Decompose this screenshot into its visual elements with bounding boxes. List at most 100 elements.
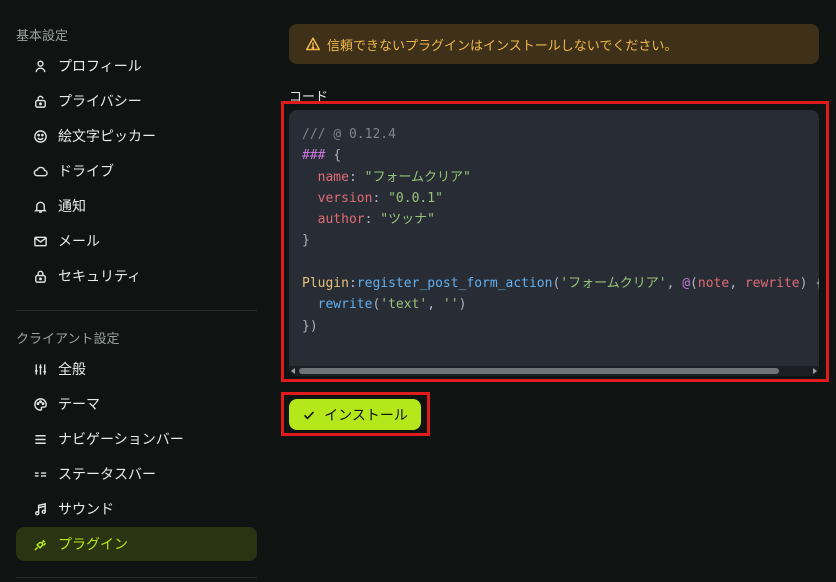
code-token: name bbox=[317, 169, 349, 185]
code-token: author bbox=[317, 212, 365, 228]
sidebar-item-theme[interactable]: テーマ bbox=[16, 387, 257, 421]
sidebar-item-label: プラグイン bbox=[58, 537, 128, 553]
sidebar-item-emoji-picker[interactable]: 絵文字ピッカー bbox=[16, 119, 257, 153]
sidebar-item-label: メール bbox=[58, 234, 100, 250]
code-token: note bbox=[697, 276, 730, 292]
sidebar-item-label: 全般 bbox=[58, 362, 86, 378]
code-token: : bbox=[348, 169, 365, 185]
sidebar-item-notifications[interactable]: 通知 bbox=[16, 189, 257, 223]
scroll-left-icon[interactable] bbox=[291, 368, 295, 374]
sidebar-item-sound[interactable]: サウンド bbox=[16, 492, 257, 526]
code-token: "0.0.1" bbox=[388, 190, 443, 206]
sidebar-item-email[interactable]: メール bbox=[16, 224, 257, 258]
code-content[interactable]: /// @ 0.12.4 ### { name: "フォームクリア" versio… bbox=[302, 124, 819, 354]
cloud-icon bbox=[32, 163, 48, 179]
sidebar-item-label: ステータスバー bbox=[58, 467, 156, 483]
code-token: "フォームクリア" bbox=[364, 169, 471, 185]
mail-icon bbox=[32, 233, 48, 249]
sidebar-item-drive[interactable]: ドライブ bbox=[16, 154, 257, 188]
code-token: @ bbox=[682, 276, 691, 292]
warning-banner: 信頼できないプラグインはインストールしないでください。 bbox=[289, 24, 819, 64]
code-token: 'フォームクリア' bbox=[560, 276, 667, 292]
sidebar-item-label: セキュリティ bbox=[58, 269, 142, 285]
sidebar-divider bbox=[16, 310, 257, 311]
code-token: : bbox=[372, 190, 389, 206]
code-token: , bbox=[666, 276, 683, 292]
warning-text: 信頼できないプラグインはインストールしないでください。 bbox=[327, 38, 678, 54]
sidebar-item-label: プライバシー bbox=[58, 94, 142, 110]
settings-sidebar: 基本設定 プロフィール プライバシー 絵文字ピッカー ドライブ 通知 メール セ… bbox=[0, 0, 272, 582]
sidebar-item-label: プロフィール bbox=[58, 59, 142, 75]
code-line: Plugin:register_post_form_action ( 'フォームクリ… bbox=[302, 273, 819, 294]
section-label-client: クライアント設定 bbox=[16, 332, 120, 347]
sidebar-item-label: ナビゲーションバー bbox=[58, 432, 184, 448]
code-token: , bbox=[427, 297, 443, 313]
sidebar-item-status-bar[interactable]: ステータスバー bbox=[16, 457, 257, 491]
scroll-right-icon[interactable] bbox=[813, 368, 817, 374]
code-token: version bbox=[317, 190, 373, 206]
code-line: ### { bbox=[302, 145, 819, 166]
palette-icon bbox=[32, 396, 48, 412]
sidebar-item-label: テーマ bbox=[58, 397, 100, 413]
status-bar-icon bbox=[32, 466, 48, 482]
code-line: }) bbox=[302, 316, 819, 337]
code-token: 'text' bbox=[380, 297, 428, 313]
sidebar-item-profile[interactable]: プロフィール bbox=[16, 49, 257, 83]
sidebar-item-plugins[interactable]: プラグイン bbox=[16, 527, 257, 561]
section-label-basic: 基本設定 bbox=[16, 29, 69, 44]
sidebar-item-label: ドライブ bbox=[58, 164, 114, 180]
code-token: ) bbox=[458, 297, 467, 313]
sidebar-item-label: 通知 bbox=[58, 199, 86, 215]
code-token: ### bbox=[302, 148, 334, 164]
code-editor[interactable]: /// @ 0.12.4 ### { name: "フォームクリア" versio… bbox=[289, 110, 819, 376]
code-token: : bbox=[348, 276, 357, 292]
code-line: } bbox=[302, 230, 819, 251]
code-line: name: "フォームクリア" bbox=[302, 167, 819, 188]
lock-icon bbox=[32, 268, 48, 284]
code-token: rewrite bbox=[317, 297, 373, 313]
code-token: '' bbox=[442, 297, 459, 313]
menu-icon bbox=[32, 431, 48, 447]
sidebar-item-label: サウンド bbox=[58, 502, 114, 518]
code-token: } bbox=[302, 233, 310, 249]
code-token: register_post_form_action bbox=[356, 276, 553, 292]
code-token: , bbox=[729, 276, 745, 292]
sidebar-item-security[interactable]: セキュリティ bbox=[16, 259, 257, 293]
code-line: author: "ツッナ" bbox=[302, 209, 819, 230]
install-button[interactable]: インストール bbox=[289, 399, 421, 430]
code-token: Plugin bbox=[302, 276, 349, 292]
plug-icon bbox=[32, 536, 48, 552]
sidebar-item-general[interactable]: 全般 bbox=[16, 352, 257, 386]
code-token: }) bbox=[302, 318, 318, 334]
code-token: "ツッナ" bbox=[380, 212, 435, 228]
sidebar-item-navigation-bar[interactable]: ナビゲーションバー bbox=[16, 422, 257, 456]
code-token: { bbox=[333, 148, 342, 164]
scrollbar-thumb[interactable] bbox=[299, 368, 779, 374]
user-icon bbox=[32, 58, 48, 74]
code-token: /// @ 0.12.4 bbox=[302, 127, 396, 142]
emoji-icon bbox=[32, 128, 48, 144]
code-token: ) { bbox=[799, 276, 819, 292]
code-line: rewrite('text', '') bbox=[302, 294, 819, 315]
code-token: ( bbox=[690, 276, 698, 292]
code-line: version: "0.0.1" bbox=[302, 188, 819, 209]
horizontal-scrollbar[interactable] bbox=[289, 366, 819, 376]
adjustments-icon bbox=[32, 361, 48, 377]
music-icon bbox=[32, 501, 48, 517]
lock-open-icon bbox=[32, 93, 48, 109]
sidebar-item-privacy[interactable]: プライバシー bbox=[16, 84, 257, 118]
bell-icon bbox=[32, 198, 48, 214]
warning-icon bbox=[305, 36, 321, 52]
install-label: インストール bbox=[324, 407, 408, 424]
sidebar-divider bbox=[16, 577, 257, 578]
sidebar-item-label: 絵文字ピッカー bbox=[58, 129, 156, 145]
code-token: rewrite bbox=[744, 276, 800, 292]
check-icon bbox=[302, 408, 316, 422]
code-token: : bbox=[364, 212, 381, 228]
code-line: /// @ 0.12.4 bbox=[302, 124, 819, 145]
